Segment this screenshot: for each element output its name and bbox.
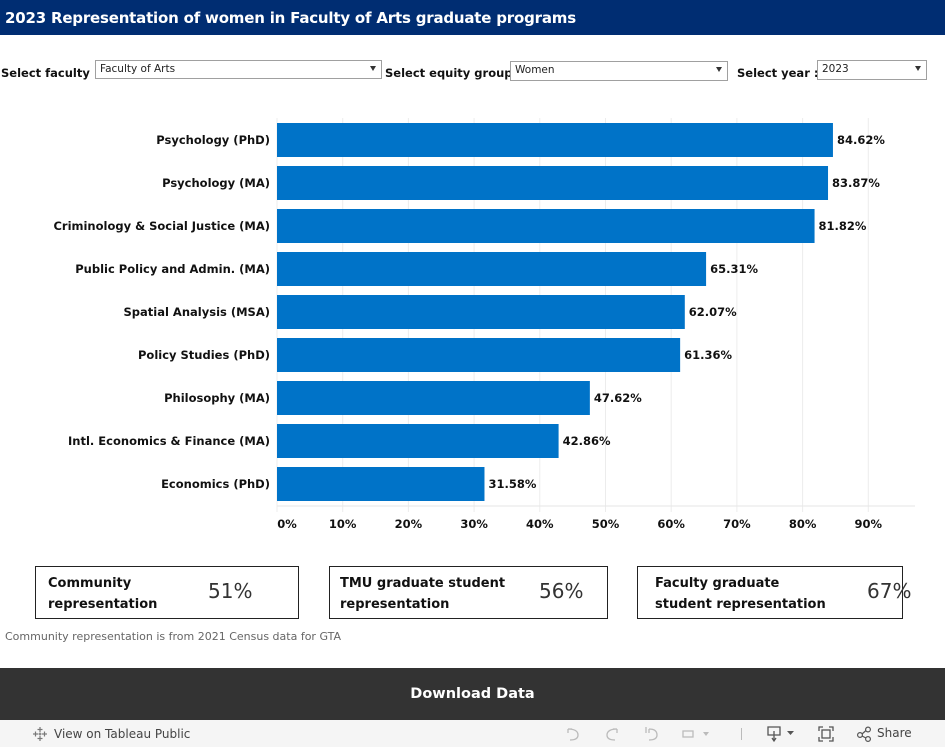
revert-icon[interactable]	[643, 726, 661, 742]
download-icon[interactable]	[766, 725, 796, 743]
value-label: 62.07%	[689, 305, 737, 319]
bar[interactable]	[277, 381, 590, 415]
value-label: 81.82%	[819, 219, 867, 233]
category-label: Economics (PhD)	[161, 477, 270, 491]
x-tick-label: 40%	[526, 517, 554, 531]
kpi-tmu-graduate-representation: TMU graduate student representation 56%	[329, 566, 608, 619]
x-tick-label: 20%	[395, 517, 423, 531]
value-label: 65.31%	[710, 262, 758, 276]
x-axis: 0% 10% 20% 30% 40% 50% 60% 70% 80% 90%	[277, 505, 915, 531]
equity-group-select[interactable]: Women	[510, 61, 728, 81]
kpi-community-representation: Community representation 51%	[35, 566, 299, 619]
value-label: 42.86%	[563, 434, 611, 448]
kpi-label: Community representation	[48, 573, 157, 615]
toolbar-divider	[741, 728, 742, 740]
view-on-tableau-label: View on Tableau Public	[54, 727, 191, 741]
faculty-select-value: Faculty of Arts	[100, 63, 176, 75]
category-label: Spatial Analysis (MSA)	[124, 305, 270, 319]
value-label: 61.36%	[684, 348, 732, 362]
x-tick-label: 90%	[855, 517, 883, 531]
bar[interactable]	[277, 123, 833, 157]
value-label: 84.62%	[837, 133, 885, 147]
bar[interactable]	[277, 424, 559, 458]
bar-chart: Psychology (PhD) Psychology (MA) Criminolo…	[53, 118, 915, 531]
kpi-label: Faculty graduate student representation	[655, 573, 826, 615]
year-filter-label: Select year :	[737, 66, 819, 80]
category-label: Psychology (PhD)	[156, 133, 270, 147]
bar[interactable]	[277, 166, 829, 200]
year-select[interactable]: 2023	[817, 60, 927, 80]
bar[interactable]	[277, 295, 685, 329]
undo-icon[interactable]	[564, 726, 582, 742]
x-tick-label: 60%	[657, 517, 685, 531]
chevron-down-icon	[915, 66, 921, 71]
bar[interactable]	[277, 252, 707, 286]
kpi-value: 56%	[539, 579, 584, 603]
bar[interactable]	[277, 338, 681, 372]
category-label: Public Policy and Admin. (MA)	[75, 262, 270, 276]
category-label: Philosophy (MA)	[164, 391, 270, 405]
x-tick-label: 30%	[460, 517, 488, 531]
kpi-label-line: TMU graduate student	[340, 576, 506, 591]
tableau-toolbar: View on Tableau Public Share	[0, 720, 945, 747]
kpi-label-line: representation	[48, 597, 158, 612]
category-label: Intl. Economics & Finance (MA)	[68, 434, 270, 448]
faculty-filter-label: Select faculty :	[1, 66, 99, 80]
x-tick-label: 70%	[723, 517, 751, 531]
equity-group-filter-label: Select equity group :	[385, 66, 522, 80]
kpi-value: 67%	[867, 579, 912, 603]
kpi-label-line: representation	[340, 597, 450, 612]
kpi-value: 51%	[208, 579, 253, 603]
x-tick-label: 80%	[789, 517, 817, 531]
chevron-down-icon	[370, 66, 376, 71]
value-label: 47.62%	[594, 391, 642, 405]
kpi-label-line: Community	[48, 576, 132, 591]
redo-icon[interactable]	[603, 726, 621, 742]
faculty-select[interactable]: Faculty of Arts	[95, 60, 382, 79]
x-tick-label: 10%	[329, 517, 357, 531]
fullscreen-icon[interactable]	[817, 725, 835, 743]
value-label: 83.87%	[832, 176, 880, 190]
tableau-logo-icon	[33, 727, 47, 741]
chevron-down-icon	[716, 67, 722, 72]
source-note: Community representation is from 2021 Ce…	[5, 630, 341, 643]
value-label: 31.58%	[488, 477, 536, 491]
share-icon[interactable]	[856, 726, 874, 742]
category-label: Criminology & Social Justice (MA)	[53, 219, 270, 233]
kpi-label-line: student representation	[655, 597, 826, 612]
category-label: Policy Studies (PhD)	[138, 348, 270, 362]
header-bar: 2023 Representation of women in Faculty …	[0, 0, 945, 35]
share-label[interactable]: Share	[877, 726, 912, 740]
download-data-label: Download Data	[410, 686, 535, 702]
x-tick-label: 50%	[592, 517, 620, 531]
equity-group-select-value: Women	[515, 64, 555, 76]
category-labels: Psychology (PhD) Psychology (MA) Criminolo…	[53, 133, 270, 491]
bars	[277, 123, 833, 501]
refresh-icon[interactable]	[681, 727, 711, 741]
download-data-button[interactable]: Download Data	[0, 668, 945, 720]
bar[interactable]	[277, 209, 815, 243]
year-select-value: 2023	[822, 63, 849, 75]
kpi-label-line: Faculty graduate	[655, 576, 780, 591]
x-tick-label: 0%	[277, 517, 297, 531]
category-label: Psychology (MA)	[162, 176, 270, 190]
kpi-label: TMU graduate student representation	[340, 573, 505, 615]
page-title: 2023 Representation of women in Faculty …	[5, 9, 576, 27]
view-on-tableau-link[interactable]: View on Tableau Public	[32, 726, 190, 742]
kpi-faculty-graduate-representation: Faculty graduate student representation …	[637, 566, 911, 619]
bar[interactable]	[277, 467, 485, 501]
